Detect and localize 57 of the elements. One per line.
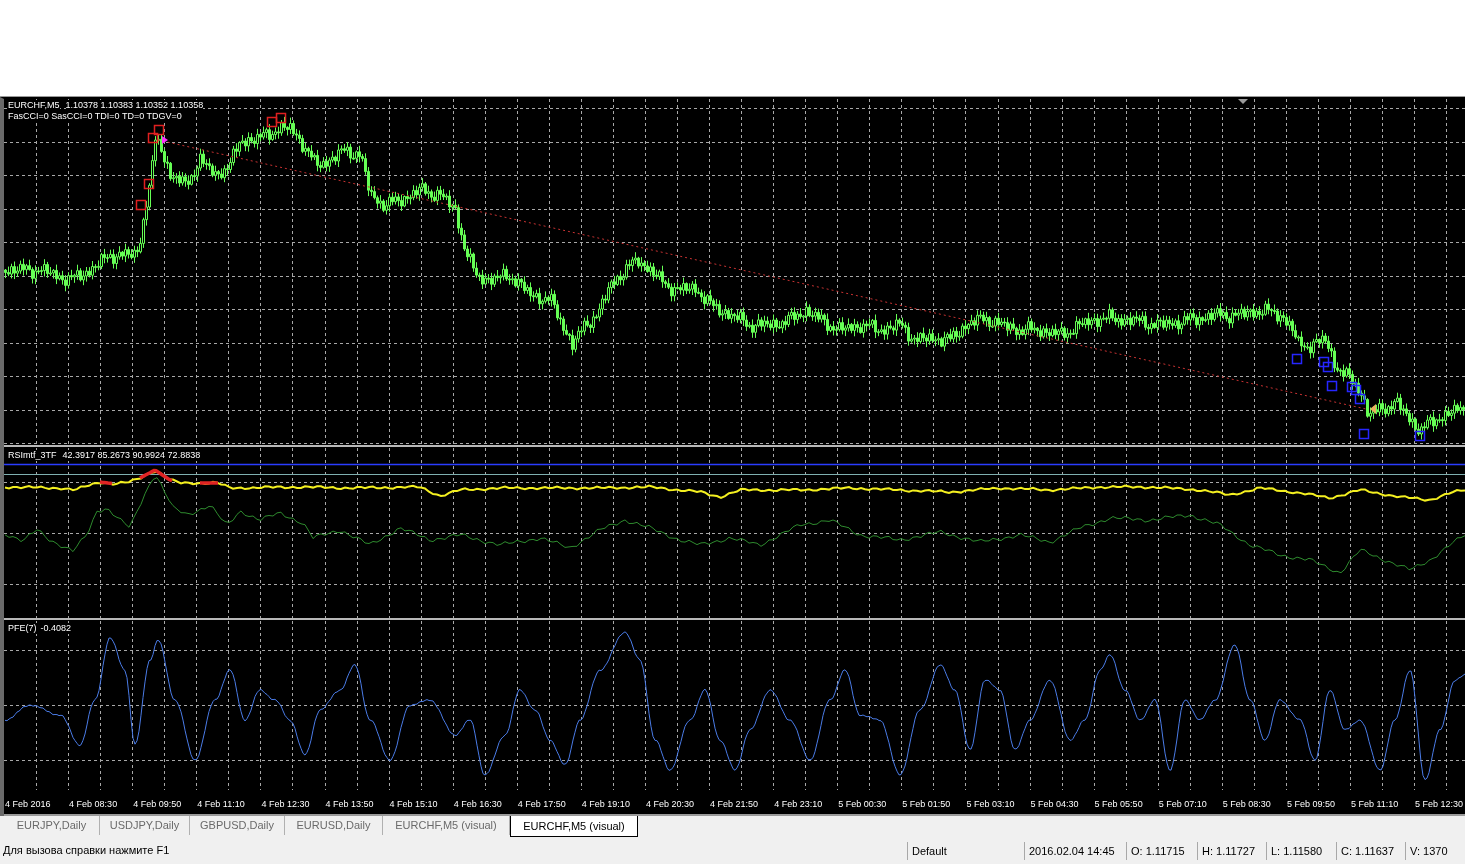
time-axis-label: 4 Feb 21:50 — [710, 799, 759, 809]
time-axis-label: 4 Feb 19:10 — [581, 799, 630, 809]
square-marker-icon — [1350, 384, 1362, 396]
time-axis-label: 4 Feb 12:30 — [261, 799, 310, 809]
price-values-label: 1.10378 1.10383 1.10352 1.10358 — [65, 100, 204, 111]
time-axis-label: 4 Feb 13:50 — [325, 799, 374, 809]
time-axis-label: 5 Feb 03:10 — [966, 799, 1015, 809]
time-axis-label: 5 Feb 00:30 — [838, 799, 887, 809]
time-axis-label: 4 Feb 17:50 — [517, 799, 566, 809]
status-close-price: C: 1.11637 — [1336, 841, 1405, 860]
indicator-name-label: PFE(7) — [8, 623, 37, 634]
time-axis-label: 4 Feb 15:10 — [389, 799, 438, 809]
time-axis-label: 4 Feb 20:30 — [645, 799, 694, 809]
time-axis-label: 5 Feb 01:50 — [902, 799, 951, 809]
square-marker-icon — [1346, 381, 1358, 393]
status-high-price: H: 1.11727 — [1197, 841, 1266, 860]
time-axis-label: 4 Feb 09:50 — [133, 799, 182, 809]
status-open-price: O: 1.11715 — [1126, 841, 1197, 860]
time-axis-label: 5 Feb 08:30 — [1222, 799, 1271, 809]
square-marker-icon — [275, 112, 287, 124]
indicator-name-label: RSImtf_3TF — [8, 450, 57, 461]
time-axis-label: 5 Feb 12:30 — [1415, 799, 1464, 809]
time-axis-label: 4 Feb 2016 — [5, 799, 51, 809]
time-axis-label: 4 Feb 16:30 — [453, 799, 502, 809]
status-profile: Default — [907, 841, 1024, 860]
square-marker-icon — [135, 199, 147, 211]
help-hint-text: Для вызова справки нажмите F1 — [3, 844, 170, 857]
square-marker-icon — [1322, 361, 1334, 373]
time-axis-label: 4 Feb 23:10 — [774, 799, 823, 809]
chart-symbol-label: EURCHF,M5 — [8, 100, 60, 111]
status-volume: V: 1370 — [1405, 841, 1465, 860]
square-marker-icon — [153, 124, 165, 136]
square-marker-icon — [1318, 356, 1330, 368]
square-marker-icon — [1354, 393, 1366, 405]
square-marker-icon — [1358, 428, 1370, 440]
chart-shift-icon — [1238, 99, 1248, 104]
time-axis-label: 4 Feb 08:30 — [69, 799, 118, 809]
time-axis-label: 5 Feb 04:30 — [1030, 799, 1079, 809]
time-axis-label: 5 Feb 11:10 — [1350, 799, 1399, 809]
arrow-marker-icon — [162, 136, 168, 144]
square-marker-icon — [143, 178, 155, 190]
square-marker-icon — [1291, 353, 1303, 365]
status-low-price: L: 1.11580 — [1266, 841, 1336, 860]
square-marker-icon — [1414, 430, 1426, 442]
status-datetime: 2016.02.04 14:45 — [1024, 841, 1126, 860]
indicator-values-label: 42.3917 85.2673 90.9924 72.8838 — [62, 450, 201, 461]
indicator-values-label: FasCCI=0 SasCCI=0 TDI=0 TD=0 TDGV=0 — [8, 111, 182, 122]
time-axis-label: 4 Feb 11:10 — [197, 799, 245, 809]
square-marker-icon — [147, 132, 159, 144]
time-axis-label: 5 Feb 05:50 — [1094, 799, 1143, 809]
time-axis-label: 5 Feb 07:10 — [1158, 799, 1207, 809]
indicator-values-label: -0.4082 — [40, 623, 72, 634]
square-marker-icon — [266, 116, 278, 128]
square-marker-icon — [1326, 380, 1338, 392]
time-axis-label: 5 Feb 09:50 — [1286, 799, 1335, 809]
chart-tab[interactable]: EURCHF,M5 (visual) — [510, 816, 638, 837]
arrow-marker-icon — [1370, 404, 1376, 414]
